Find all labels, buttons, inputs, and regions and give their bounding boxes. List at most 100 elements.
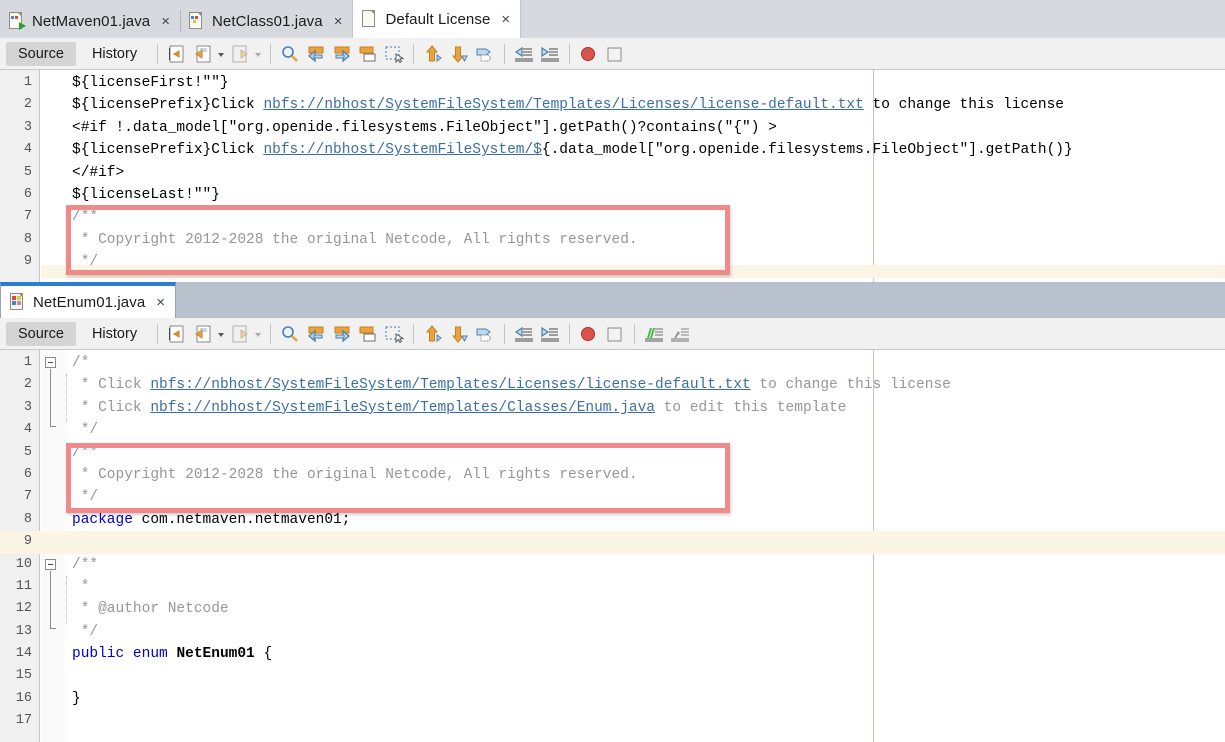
code-line[interactable]: 3 <#if !.data_model["org.openide.filesyst… bbox=[0, 117, 1225, 139]
toolbar-separator bbox=[569, 323, 571, 344]
toggle-breakpoint-icon[interactable] bbox=[472, 42, 498, 66]
shift-right-icon[interactable] bbox=[537, 42, 563, 66]
top-tab-default-license[interactable]: Default License × bbox=[352, 0, 522, 38]
next-error-icon[interactable] bbox=[446, 42, 472, 66]
line-number: 1 bbox=[23, 75, 32, 90]
next-error-icon[interactable] bbox=[446, 322, 472, 346]
code-line[interactable]: 8 * Copyright 2012-2028 the original Net… bbox=[0, 229, 1225, 251]
top-editor-window: NetMaven01.java × NetClass01.java × Default … bbox=[0, 0, 1225, 282]
code-line[interactable]: 16} bbox=[0, 688, 1225, 710]
line-number: 8 bbox=[23, 231, 32, 247]
close-icon[interactable]: × bbox=[161, 14, 170, 29]
shift-left-icon[interactable] bbox=[511, 42, 537, 66]
toolbar-separator bbox=[413, 323, 415, 344]
top-source-tab[interactable]: Source bbox=[6, 41, 76, 66]
line-number: 5 bbox=[23, 444, 32, 460]
line-number: 14 bbox=[15, 646, 32, 662]
close-icon[interactable]: × bbox=[156, 295, 165, 310]
back-dropdown-caret-icon[interactable] bbox=[216, 322, 227, 346]
line-number: 3 bbox=[23, 119, 32, 135]
comment-guide-line bbox=[66, 374, 67, 422]
line-number: 17 bbox=[15, 713, 32, 729]
previous-error-icon[interactable] bbox=[420, 42, 446, 66]
code-line[interactable]: 1 /* bbox=[0, 352, 1225, 374]
next-bookmark-icon[interactable] bbox=[329, 322, 355, 346]
netbeans-editor-screen: NetMaven01.java × NetClass01.java × Default … bbox=[0, 0, 1225, 742]
start-macro-recording-icon[interactable] bbox=[576, 322, 602, 346]
toggle-highlight-icon[interactable] bbox=[381, 322, 407, 346]
line-number: 11 bbox=[15, 578, 32, 594]
code-line[interactable]: 9 bbox=[0, 531, 1225, 554]
back-dropdown-caret-icon[interactable] bbox=[216, 42, 227, 66]
line-number: 8 bbox=[23, 511, 32, 527]
bottom-tab-netenum01-java[interactable]: NetEnum01.java × bbox=[0, 282, 177, 318]
code-line[interactable]: 6 ${licenseLast!""} bbox=[0, 184, 1225, 206]
toggle-breakpoint-icon[interactable] bbox=[472, 322, 498, 346]
code-line[interactable]: 12 * @author Netcode bbox=[0, 598, 1225, 620]
next-bookmark-icon[interactable] bbox=[329, 42, 355, 66]
find-selection-icon[interactable] bbox=[277, 42, 303, 66]
last-edit-icon[interactable] bbox=[164, 42, 190, 66]
code-line[interactable]: 14 public enum NetEnum01 { bbox=[0, 643, 1225, 665]
code-line[interactable]: 7 /** bbox=[0, 206, 1225, 228]
shift-right-icon[interactable] bbox=[537, 322, 563, 346]
close-icon[interactable]: × bbox=[334, 14, 343, 29]
previous-bookmark-icon[interactable] bbox=[303, 322, 329, 346]
close-icon[interactable]: × bbox=[501, 12, 510, 27]
last-edit-icon[interactable] bbox=[164, 322, 190, 346]
previous-error-icon[interactable] bbox=[420, 322, 446, 346]
line-number: 2 bbox=[23, 97, 32, 113]
toggle-rectangular-selection-icon[interactable] bbox=[355, 42, 381, 66]
forward-dropdown-caret-icon[interactable] bbox=[253, 322, 264, 346]
code-line[interactable]: 2 ${licensePrefix}Click nbfs://nbhost/Sys… bbox=[0, 94, 1225, 116]
top-tab-netmaven01-java[interactable]: NetMaven01.java × bbox=[0, 4, 180, 38]
java-class-icon bbox=[188, 12, 205, 30]
stop-macro-recording-icon[interactable] bbox=[602, 322, 628, 346]
bottom-editor-code-area[interactable]: 1 /* 2 * Click nbfs://nbhost/SystemFileSys… bbox=[0, 350, 1225, 742]
toolbar-separator bbox=[569, 43, 571, 64]
toggle-highlight-icon[interactable] bbox=[381, 42, 407, 66]
java-main-class-icon bbox=[8, 12, 26, 30]
code-line[interactable]: 15 bbox=[0, 665, 1225, 687]
code-line[interactable]: 4 */ bbox=[0, 419, 1225, 441]
toggle-rectangular-selection-icon[interactable] bbox=[355, 322, 381, 346]
code-line[interactable]: 8 package com.netmaven.netmaven01; bbox=[0, 509, 1225, 531]
code-line[interactable]: 3 * Click nbfs://nbhost/SystemFileSystem… bbox=[0, 397, 1225, 419]
code-line[interactable]: 6 * Copyright 2012-2028 the original Net… bbox=[0, 464, 1225, 486]
code-line[interactable]: 10 /** bbox=[0, 554, 1225, 576]
tab-label: NetClass01.java bbox=[212, 12, 323, 30]
top-tab-netclass01-java[interactable]: NetClass01.java × bbox=[180, 4, 353, 38]
line-number: 9 bbox=[23, 534, 32, 550]
line-text: </#if> bbox=[72, 164, 125, 181]
stop-macro-recording-icon[interactable] bbox=[602, 42, 628, 66]
code-line[interactable]: 4 ${licensePrefix}Click nbfs://nbhost/Sys… bbox=[0, 139, 1225, 161]
inspect-hierarchy-icon[interactable] bbox=[667, 322, 693, 346]
inspect-members-icon[interactable] bbox=[641, 322, 667, 346]
forward-icon[interactable] bbox=[227, 322, 253, 346]
code-line[interactable]: 13 */ bbox=[0, 621, 1225, 643]
find-selection-icon[interactable] bbox=[277, 322, 303, 346]
line-number: 7 bbox=[23, 209, 32, 225]
code-line[interactable]: 5 </#if> bbox=[0, 162, 1225, 184]
code-line[interactable]: 5 /** bbox=[0, 442, 1225, 464]
bottom-source-tab[interactable]: Source bbox=[6, 321, 76, 346]
top-editor-tabbar: NetMaven01.java × NetClass01.java × Default … bbox=[0, 0, 1225, 38]
previous-bookmark-icon[interactable] bbox=[303, 42, 329, 66]
code-line[interactable]: 17 bbox=[0, 710, 1225, 732]
code-line[interactable]: 7 */ bbox=[0, 486, 1225, 508]
code-line[interactable]: 11 * bbox=[0, 576, 1225, 598]
line-text: ${licensePrefix}Click nbfs://nbhost/Syst… bbox=[72, 97, 1064, 114]
line-text: * Copyright 2012-2028 the original Netco… bbox=[72, 231, 638, 248]
back-icon[interactable] bbox=[190, 42, 216, 66]
forward-icon[interactable] bbox=[227, 42, 253, 66]
code-line[interactable]: 1 ${licenseFirst!""} bbox=[0, 72, 1225, 94]
code-line[interactable]: 2 * Click nbfs://nbhost/SystemFileSystem… bbox=[0, 374, 1225, 396]
top-history-tab[interactable]: History bbox=[80, 42, 149, 66]
bottom-history-tab[interactable]: History bbox=[80, 322, 149, 346]
back-icon[interactable] bbox=[190, 322, 216, 346]
top-editor-code-area[interactable]: 1 ${licenseFirst!""} 2 ${licensePrefix}Clic… bbox=[0, 70, 1225, 282]
toolbar-separator bbox=[157, 323, 159, 344]
shift-left-icon[interactable] bbox=[511, 322, 537, 346]
start-macro-recording-icon[interactable] bbox=[576, 42, 602, 66]
forward-dropdown-caret-icon[interactable] bbox=[253, 42, 264, 66]
